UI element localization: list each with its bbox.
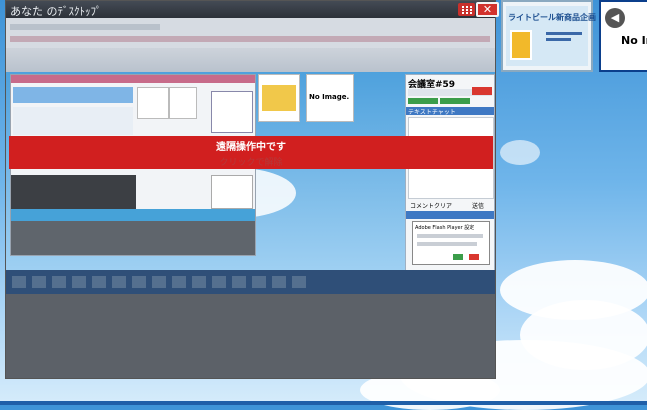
remote-no-image-thumbnail: No Image. bbox=[306, 74, 354, 122]
remote-control-banner[interactable]: 遠隔操作中です クリックで解除 bbox=[9, 136, 493, 169]
remote-no-image-text: No Image. bbox=[309, 93, 350, 101]
nested-thumb bbox=[137, 87, 169, 119]
nested-dialog bbox=[211, 175, 253, 209]
remote-comment-clear: コメントクリア bbox=[410, 203, 453, 210]
speaker-icon: ◀ bbox=[605, 8, 625, 28]
remote-desktop-panel: あなた のﾃﾞｽｸﾄｯﾌﾟ ✕ No Image. 会議室#59 テキストチャッ… bbox=[5, 0, 499, 379]
remote-thumbnail-image bbox=[262, 85, 296, 111]
nested-content bbox=[13, 107, 133, 135]
remote-flash-dialog: Adobe Flash Player 設定 bbox=[412, 221, 490, 265]
remote-thumbnail bbox=[258, 74, 300, 122]
remote-taskbar-icons bbox=[12, 276, 312, 288]
close-button[interactable]: ✕ bbox=[476, 2, 499, 17]
remote-browser-addressbar bbox=[10, 36, 490, 42]
remote-green-button bbox=[440, 98, 470, 104]
panel-title: あなた のﾃﾞｽｸﾄｯﾌﾟ bbox=[10, 5, 102, 18]
bottom-border bbox=[0, 401, 647, 405]
remote-browser-tabs bbox=[10, 24, 160, 30]
remote-text-chat-header: テキストチャット bbox=[406, 107, 494, 116]
remote-mic-header bbox=[406, 211, 494, 219]
remote-green-button bbox=[408, 98, 438, 104]
remote-control-title: 遠隔操作中です bbox=[216, 142, 286, 153]
remote-flash-allow bbox=[453, 254, 463, 260]
cloud bbox=[500, 140, 540, 165]
remote-bookmarks-bar bbox=[6, 48, 495, 72]
nested-bottom bbox=[11, 221, 255, 255]
participant-thumbnail-2[interactable]: ◀ No Im bbox=[599, 0, 647, 72]
nested-chat bbox=[211, 91, 253, 133]
thumbnail-small-text bbox=[546, 32, 582, 50]
nested-taskbar bbox=[11, 209, 255, 221]
remote-flash-text bbox=[417, 242, 477, 246]
grid-icon bbox=[462, 6, 472, 14]
thumbnail-image: ライトビール新商品企画 bbox=[506, 6, 596, 66]
remote-sidebar: 会議室#59 テキストチャット コメントクリア 送信 Adobe Flash P… bbox=[405, 74, 495, 272]
remote-flash-text bbox=[417, 234, 483, 238]
remote-bottom-area bbox=[6, 294, 495, 378]
remote-browser-toolbar bbox=[6, 18, 495, 48]
remote-send: 送信 bbox=[472, 203, 485, 210]
remote-exit-button bbox=[472, 87, 492, 95]
nested-toolbar bbox=[11, 75, 255, 83]
remote-text-chat-label: テキストチャット bbox=[408, 109, 456, 116]
nested-panel bbox=[13, 87, 133, 103]
grid-view-button[interactable] bbox=[458, 3, 475, 16]
participant-thumbnail-1[interactable]: ライトビール新商品企画 bbox=[501, 0, 596, 72]
panel-titlebar: あなた のﾃﾞｽｸﾄｯﾌﾟ ✕ bbox=[6, 1, 499, 18]
remote-flash-deny bbox=[469, 254, 479, 260]
thumbnail-banner-text: ライトビール新商品企画 bbox=[508, 13, 596, 22]
remote-screen[interactable]: No Image. 会議室#59 テキストチャット コメントクリア 送信 Ado… bbox=[6, 18, 495, 378]
click-to-release-text[interactable]: クリックで解除 bbox=[9, 155, 493, 168]
close-icon: ✕ bbox=[482, 3, 493, 16]
no-image-text: No Im bbox=[621, 34, 647, 47]
nested-thumb bbox=[169, 87, 197, 119]
beer-glass-icon bbox=[510, 30, 532, 60]
nested-dark-area bbox=[11, 175, 136, 209]
remote-flash-dialog-title: Adobe Flash Player 設定 bbox=[415, 225, 475, 231]
